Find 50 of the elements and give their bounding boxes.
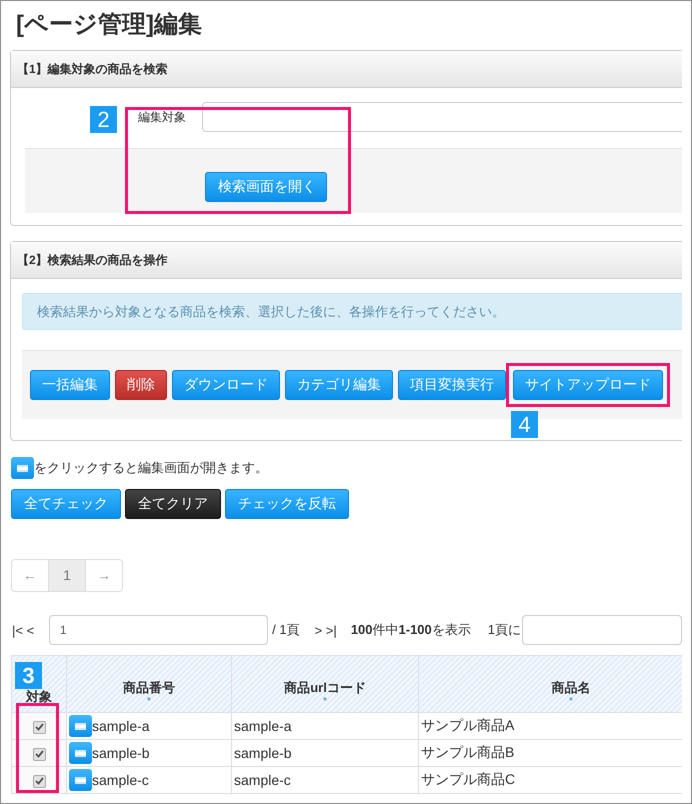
page-button[interactable]: 1 (48, 560, 85, 591)
last-page-link[interactable]: > >| (314, 622, 337, 638)
edit-icon[interactable] (69, 742, 92, 764)
edit-icon[interactable] (69, 769, 92, 791)
action-button[interactable]: 一括編集 (30, 370, 110, 400)
sort-mark[interactable]: * (147, 696, 151, 708)
field-label: 編集対象 (138, 108, 187, 126)
callout-number: 4 (511, 411, 538, 438)
per-page-input-field[interactable] (522, 615, 682, 645)
action-button[interactable]: 削除 (115, 370, 167, 400)
panel-heading: 【1】編集対象の商品を検索 (17, 62, 168, 76)
table-cell: sample-b (92, 745, 150, 761)
column-header[interactable]: 商品名 (552, 680, 590, 696)
open-search-button[interactable]: 検索画面を開く (205, 172, 327, 202)
row-checkbox[interactable] (32, 720, 46, 734)
callout-number: 3 (15, 662, 42, 690)
page-title: [ページ管理]編集 (16, 10, 203, 40)
action-button[interactable]: サイトアップロード (513, 370, 663, 400)
sort-mark[interactable]: * (569, 696, 573, 708)
table-cell: sample-c (232, 766, 418, 794)
column-header[interactable]: 対象 (26, 689, 52, 705)
prev-page-button[interactable]: ← (12, 560, 48, 591)
column-header[interactable]: 商品番号 (123, 680, 175, 696)
check-button[interactable]: 全てクリア (125, 489, 221, 519)
action-button[interactable]: ダウンロード (172, 370, 280, 400)
page-total: / 1頁 (272, 621, 300, 639)
table-cell: sample-a (92, 718, 150, 734)
action-button[interactable]: カテゴリ編集 (285, 370, 393, 400)
row-checkbox[interactable] (32, 774, 46, 788)
callout-number: 2 (90, 106, 117, 133)
sort-mark[interactable]: * (323, 696, 327, 708)
table-cell: sample-a (232, 712, 418, 740)
panel-heading: 【2】検索結果の商品を操作 (17, 253, 168, 267)
page-input-field[interactable]: 1 (48, 615, 268, 645)
row-checkbox[interactable] (32, 748, 46, 761)
next-page-button[interactable]: → (85, 560, 122, 591)
column-header[interactable]: 商品urlコード (284, 680, 366, 696)
table-cell: sample-c (92, 772, 149, 788)
first-page-link[interactable]: |< < (12, 622, 49, 638)
action-button[interactable]: 項目変換実行 (398, 370, 506, 400)
result-summary: 100件中1-100を表示 (350, 621, 471, 639)
per-page-label: 1頁に (488, 621, 521, 639)
check-button[interactable]: チェックを反転 (225, 489, 349, 519)
table-cell: sample-b (232, 740, 418, 766)
info-notice: 検索結果から対象となる商品を検索、選択した後に、各操作を行ってください。 (22, 293, 682, 330)
hint-text: をクリックすると編集画面が開きます。 (34, 459, 268, 477)
check-button[interactable]: 全てチェック (11, 489, 121, 519)
target-input-field[interactable] (202, 102, 682, 132)
edit-icon (11, 457, 34, 479)
edit-icon[interactable] (69, 715, 92, 737)
